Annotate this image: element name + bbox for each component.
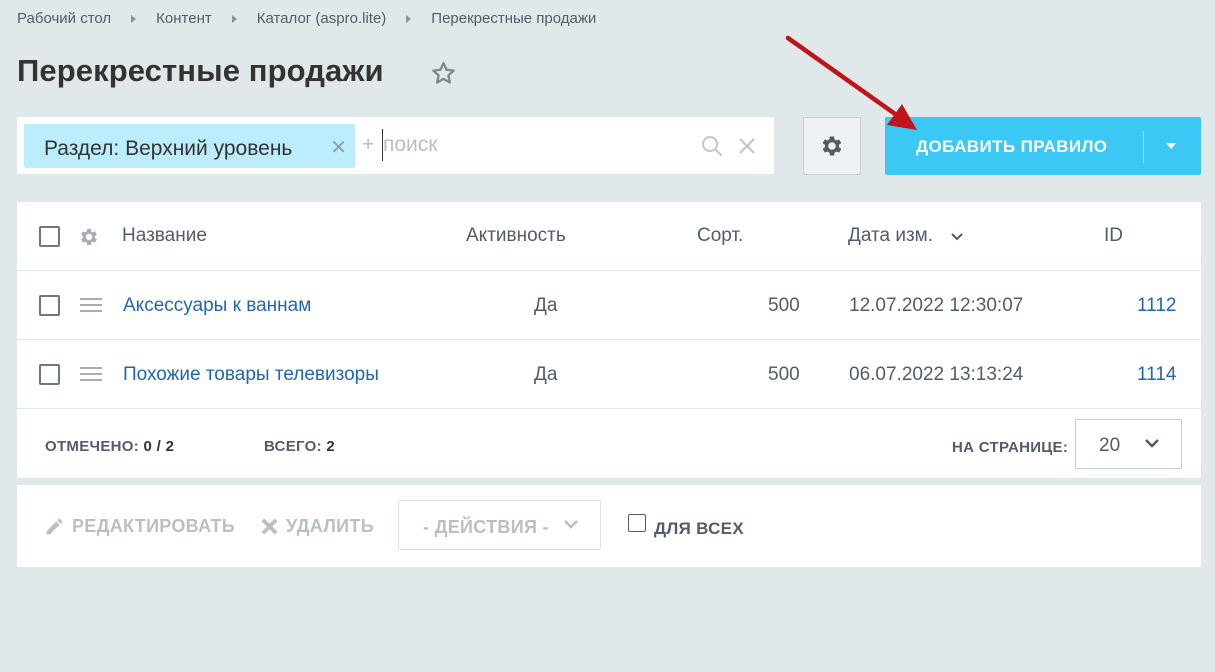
- filter-tag[interactable]: Раздел: Верхний уровень ✕: [24, 124, 355, 168]
- breadcrumb-item-catalog[interactable]: Каталог (aspro.lite): [257, 10, 387, 27]
- add-rule-label: ДОБАВИТЬ ПРАВИЛО: [916, 137, 1108, 156]
- selected-count-value: 0 / 2: [143, 438, 175, 455]
- breadcrumb-separator-icon: [231, 14, 237, 23]
- row-name-link[interactable]: Аксессуары к ваннам: [123, 295, 311, 317]
- group-actions-panel: РЕДАКТИРОВАТЬ УДАЛИТЬ - ДЕЙСТВИЯ - ДЛЯ В…: [17, 485, 1201, 567]
- actions-select[interactable]: - ДЕЙСТВИЯ -: [398, 500, 601, 550]
- search-icon[interactable]: [700, 134, 724, 158]
- pencil-icon: [46, 518, 63, 535]
- row-sort: 500: [768, 295, 800, 316]
- selected-count-label: ОТМЕЧЕНО:: [45, 438, 140, 455]
- edit-button-label: РЕДАКТИРОВАТЬ: [72, 516, 236, 536]
- row-date: 12.07.2022 12:30:07: [849, 295, 1024, 316]
- row-name-link[interactable]: Похожие товары телевизоры: [123, 364, 379, 386]
- row-checkbox[interactable]: [39, 364, 60, 385]
- search-input[interactable]: [382, 129, 682, 161]
- annotation-arrow-icon: [785, 35, 917, 130]
- caret-down-icon: [1166, 143, 1176, 149]
- filter-search-box[interactable]: Раздел: Верхний уровень ✕ +: [17, 117, 774, 174]
- total-count-value: 2: [326, 438, 335, 455]
- add-rule-dropdown-toggle[interactable]: [1143, 117, 1201, 175]
- breadcrumb-item-content[interactable]: Контент: [156, 10, 212, 27]
- delete-button-label: УДАЛИТЬ: [286, 516, 374, 536]
- delete-button[interactable]: УДАЛИТЬ: [260, 516, 374, 537]
- column-header-sort[interactable]: Сорт.: [697, 225, 743, 247]
- page-size-value: 20: [1099, 435, 1121, 456]
- row-id-link[interactable]: 1114: [1137, 364, 1176, 386]
- chevron-down-icon: [1145, 439, 1159, 448]
- column-header-date[interactable]: Дата изм.: [848, 225, 933, 247]
- add-filter-plus[interactable]: +: [362, 133, 374, 157]
- filter-tag-remove-icon[interactable]: ✕: [330, 135, 347, 160]
- column-header-active[interactable]: Активность: [466, 225, 566, 247]
- total-count-label: ВСЕГО:: [264, 438, 322, 455]
- row-date: 06.07.2022 13:13:24: [849, 364, 1024, 385]
- total-count: ВСЕГО: 2: [264, 438, 335, 455]
- drag-handle-icon[interactable]: [80, 367, 102, 383]
- breadcrumb-separator-icon: [406, 14, 412, 23]
- drag-handle-icon[interactable]: [80, 298, 102, 314]
- row-id-link[interactable]: 1112: [1137, 295, 1176, 317]
- page-size-select[interactable]: 20: [1075, 419, 1182, 469]
- column-header-name[interactable]: Название: [122, 225, 207, 247]
- selected-count: ОТМЕЧЕНО: 0 / 2: [45, 438, 174, 455]
- close-icon: [261, 518, 278, 535]
- row-active: Да: [534, 295, 558, 316]
- breadcrumb-item-cross-sales[interactable]: Перекрестные продажи: [431, 10, 596, 27]
- page-title: Перекрестные продажи: [17, 53, 384, 88]
- sort-desc-chevron-icon: [951, 233, 963, 241]
- for-all-checkbox[interactable]: [628, 514, 646, 532]
- row-checkbox[interactable]: [39, 295, 60, 316]
- star-icon[interactable]: [430, 60, 457, 87]
- add-rule-button[interactable]: ДОБАВИТЬ ПРАВИЛО: [885, 117, 1201, 175]
- grid-footer: ОТМЕЧЕНО: 0 / 2 ВСЕГО: 2 НА СТРАНИЦЕ: 20: [17, 409, 1201, 478]
- grid-header-row: Название Активность Сорт. Дата изм. ID: [17, 202, 1201, 271]
- data-grid: Название Активность Сорт. Дата изм. ID А…: [17, 202, 1201, 478]
- row-sort: 500: [768, 364, 800, 385]
- edit-button[interactable]: РЕДАКТИРОВАТЬ: [44, 516, 235, 537]
- table-row[interactable]: Похожие товары телевизоры Да 500 06.07.2…: [17, 340, 1201, 409]
- per-page-label: НА СТРАНИЦЕ:: [952, 439, 1069, 456]
- chevron-down-icon: [564, 520, 578, 529]
- close-icon[interactable]: [736, 135, 758, 157]
- column-header-id[interactable]: ID: [1104, 225, 1123, 247]
- filter-tag-label: Раздел: Верхний уровень: [44, 137, 293, 160]
- breadcrumb-separator-icon: [131, 14, 137, 23]
- actions-select-value: - ДЕЙСТВИЯ -: [423, 517, 549, 537]
- for-all-label: ДЛЯ ВСЕХ: [654, 519, 744, 538]
- breadcrumb: Рабочий стол Контент Каталог (aspro.lite…: [17, 10, 596, 27]
- breadcrumb-item-desktop[interactable]: Рабочий стол: [17, 10, 111, 27]
- row-active: Да: [534, 364, 558, 385]
- select-all-checkbox[interactable]: [39, 226, 60, 247]
- column-settings-gear-icon[interactable]: [78, 226, 100, 248]
- table-row[interactable]: Аксессуары к ваннам Да 500 12.07.2022 12…: [17, 271, 1201, 340]
